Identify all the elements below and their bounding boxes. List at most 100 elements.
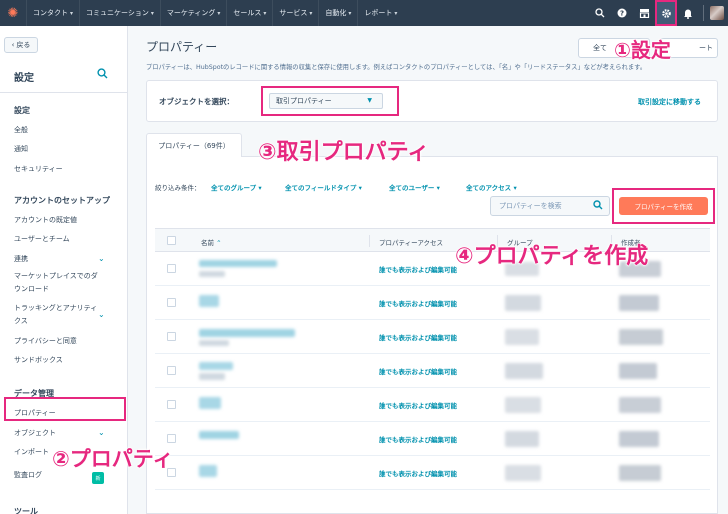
chevron-left-icon: ‹ xyxy=(11,41,15,49)
back-button-label: 戻る xyxy=(16,41,31,49)
sidebar-item-tracking-analytics[interactable]: トラッキングとアナリティクス xyxy=(14,302,100,328)
table-row[interactable]: 誰でも表示および編集可能 xyxy=(155,388,710,422)
sidebar-item-objects[interactable]: オブジェクト xyxy=(14,427,100,440)
creator-redacted xyxy=(619,329,663,345)
sidebar-item-general[interactable]: 全般 xyxy=(14,124,100,137)
sort-icon: ⌃ xyxy=(216,239,222,247)
property-access-link[interactable]: 誰でも表示および編集可能 xyxy=(379,332,457,342)
object-select-label: オブジェクトを選択： xyxy=(159,97,234,106)
hubspot-sprocket-icon[interactable]: ✺ xyxy=(0,0,26,26)
help-icon[interactable]: ? xyxy=(611,0,633,26)
group-redacted xyxy=(505,329,539,345)
annotation-step-4: ④プロパティを作成 xyxy=(454,244,649,270)
gear-icon[interactable] xyxy=(655,0,677,26)
divider xyxy=(369,235,370,247)
sidebar-title: 設定 xyxy=(14,73,34,84)
table-row[interactable]: 誰でも表示および編集可能 xyxy=(155,422,710,456)
sidebar-item-notifications[interactable]: 通知 xyxy=(14,143,100,156)
table-row[interactable]: 誰でも表示および編集可能 xyxy=(155,456,710,490)
divider xyxy=(0,92,127,93)
bell-icon[interactable] xyxy=(677,0,699,26)
chevron-down-icon: ▾ xyxy=(70,9,74,17)
sidebar-item-privacy-consent[interactable]: プライバシーと同意 xyxy=(14,335,100,348)
property-name-redacted xyxy=(199,260,277,267)
filter-users-label: 全てのユーザー xyxy=(389,184,435,192)
annotation-step-2: ②プロパティ xyxy=(52,447,175,472)
column-name-label: 名前 xyxy=(201,239,214,247)
table-row[interactable]: 誰でも表示および編集可能 xyxy=(155,286,710,320)
nav-service[interactable]: サービス ▾ xyxy=(272,0,318,26)
property-access-link[interactable]: 誰でも表示および編集可能 xyxy=(379,366,457,376)
search-icon[interactable] xyxy=(97,68,108,82)
creator-redacted xyxy=(619,363,657,379)
deal-settings-link[interactable]: 取引設定に移動する xyxy=(638,97,701,107)
marketplace-icon[interactable] xyxy=(633,0,655,26)
group-redacted xyxy=(505,397,541,413)
back-button[interactable]: ‹ 戻る xyxy=(4,37,38,53)
property-name-redacted xyxy=(199,295,219,307)
section-tools-title: ツール xyxy=(14,507,38,514)
nav-conversations[interactable]: コミュニケーション ▾ xyxy=(79,0,160,26)
nav-reports[interactable]: レポート ▾ xyxy=(357,0,403,26)
row-checkbox[interactable] xyxy=(167,264,176,273)
avatar[interactable] xyxy=(710,6,724,20)
filter-users[interactable]: 全てのユーザー ▾ xyxy=(389,182,440,192)
sidebar-item-integrations[interactable]: 連携 xyxy=(14,253,100,266)
search-placeholder: プロパティーを検索 xyxy=(499,202,562,210)
filter-groups[interactable]: 全てのグループ ▾ xyxy=(211,182,262,192)
nav-automation[interactable]: 自動化 ▾ xyxy=(318,0,357,26)
table-row[interactable]: 誰でも表示および編集可能 xyxy=(155,320,710,354)
sidebar-item-security[interactable]: セキュリティー xyxy=(14,163,100,176)
annotation-step-1: ①設定 xyxy=(614,38,672,63)
column-header-access[interactable]: プロパティーアクセス xyxy=(379,237,443,247)
chevron-down-icon: ▾ xyxy=(263,9,267,17)
search-icon[interactable] xyxy=(589,0,611,26)
chevron-down-icon: ▾ xyxy=(394,9,398,17)
table-row[interactable]: 誰でも表示および編集可能 xyxy=(155,354,710,388)
nav-contacts[interactable]: コンタクト ▾ xyxy=(26,0,79,26)
select-all-checkbox[interactable] xyxy=(167,236,176,245)
group-redacted xyxy=(505,465,541,481)
filter-access[interactable]: 全てのアクセス ▾ xyxy=(466,182,517,192)
caret-down-icon: ▼ xyxy=(367,97,372,104)
search-icon[interactable] xyxy=(593,200,603,213)
sidebar-item-users-teams[interactable]: ユーザーとチーム xyxy=(14,233,100,246)
property-access-link[interactable]: 誰でも表示および編集可能 xyxy=(379,298,457,308)
sidebar-item-properties[interactable]: プロパティー xyxy=(14,407,100,420)
property-name-redacted xyxy=(199,362,233,370)
row-checkbox[interactable] xyxy=(167,434,176,443)
row-checkbox[interactable] xyxy=(167,332,176,341)
filter-label: 絞り込み条件： xyxy=(155,184,201,192)
chevron-down-icon[interactable]: ⌄ xyxy=(98,254,105,263)
create-property-button[interactable]: プロパティーを作成 xyxy=(619,197,708,215)
chevron-down-icon[interactable]: ⌄ xyxy=(98,310,105,319)
sidebar-item-sandboxes[interactable]: サンドボックス xyxy=(14,354,100,367)
row-checkbox[interactable] xyxy=(167,366,176,375)
section-account-setup-title: アカウントのセットアップ xyxy=(14,196,110,205)
creator-redacted xyxy=(619,397,661,413)
nav-label: セールス xyxy=(233,9,262,17)
property-access-link[interactable]: 誰でも表示および編集可能 xyxy=(379,264,457,274)
nav-label: レポート xyxy=(364,9,393,17)
property-type-redacted xyxy=(199,373,225,380)
column-header-name[interactable]: 名前 ⌃ xyxy=(201,237,222,247)
nav-utilities: ? xyxy=(589,0,728,26)
row-checkbox[interactable] xyxy=(167,400,176,409)
page-description: プロパティーは、HubSpotのレコードに関する情報の収集と保存に使用します。例… xyxy=(146,64,647,71)
row-checkbox[interactable] xyxy=(167,298,176,307)
nav-marketing[interactable]: マーケティング ▾ xyxy=(159,0,226,26)
property-access-link[interactable]: 誰でも表示および編集可能 xyxy=(379,400,457,410)
property-type-redacted xyxy=(199,340,229,346)
property-search-input[interactable]: プロパティーを検索 xyxy=(490,196,610,216)
sidebar-item-marketplace-downloads[interactable]: マーケットプレイスでのダウンロード xyxy=(14,270,100,296)
sidebar-item-account-defaults[interactable]: アカウントの既定値 xyxy=(14,214,100,227)
filter-field-types[interactable]: 全てのフィールドタイプ ▾ xyxy=(285,182,362,192)
property-access-link[interactable]: 誰でも表示および編集可能 xyxy=(379,434,457,444)
nav-sales[interactable]: セールス ▾ xyxy=(226,0,272,26)
creator-redacted xyxy=(619,295,659,311)
nav-label: 自動化 xyxy=(325,9,347,17)
tab-properties[interactable]: プロパティー（69件） xyxy=(146,133,242,157)
property-access-link[interactable]: 誰でも表示および編集可能 xyxy=(379,468,457,478)
object-select-dropdown[interactable]: 取引プロパティー ▼ xyxy=(269,93,383,109)
chevron-down-icon[interactable]: ⌄ xyxy=(98,428,105,437)
